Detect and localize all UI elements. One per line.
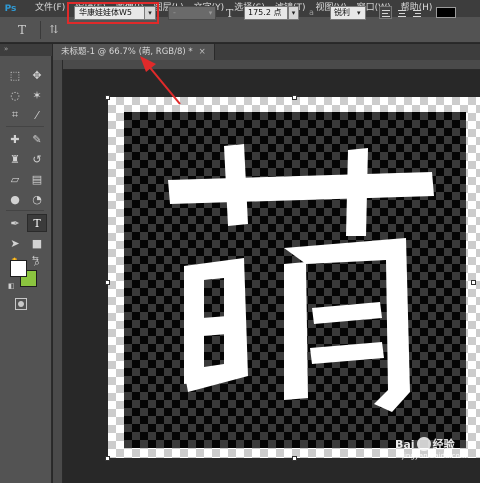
transform-handle[interactable] [292, 456, 297, 461]
gradient-tool-icon[interactable]: ▤ [27, 170, 47, 188]
watermark-suffix: 经验 [432, 438, 455, 451]
swap-colors-icon[interactable]: ⇆ [32, 254, 39, 263]
align-line [415, 13, 421, 14]
foreground-color-swatch[interactable] [10, 260, 27, 277]
close-icon[interactable]: × [199, 44, 206, 60]
options-separator [40, 20, 41, 39]
anti-alias-icon: a [309, 8, 314, 17]
document-tab-title: 未标题-1 @ 66.7% (萌, RGB/8) * [61, 47, 193, 57]
align-line [398, 16, 406, 17]
default-colors-icon[interactable]: ◧ [8, 282, 15, 290]
align-line [413, 16, 421, 17]
transform-handle[interactable] [471, 280, 476, 285]
transform-handle[interactable] [105, 456, 110, 461]
align-left-button[interactable] [379, 6, 392, 19]
baidu-watermark: Bai 经验 [395, 436, 455, 452]
crop-tool-icon[interactable]: ⌗ [5, 106, 25, 124]
text-orientation-icon[interactable]: ⇅ [47, 23, 61, 37]
align-line [382, 16, 390, 17]
watermark-url: jingyan.baidu.com [402, 452, 467, 460]
align-line [382, 13, 388, 14]
lasso-tool-icon[interactable]: ◌ [5, 86, 25, 104]
tool-separator [6, 210, 44, 211]
photoshop-logo: Ps [4, 3, 17, 14]
marquee-tool-icon[interactable]: ⬚ [5, 66, 25, 84]
type-tool-preset-icon[interactable]: T [14, 22, 30, 38]
text-layer-glyph[interactable]: 萌 [124, 112, 466, 448]
text-layer-char: 萌 [124, 112, 125, 113]
brush-tool-icon[interactable]: ✎ [27, 130, 47, 148]
history-brush-icon[interactable]: ↺ [27, 150, 47, 168]
pen-tool-icon[interactable]: ✒ [5, 214, 25, 232]
document-tab-bar: 未标题-1 @ 66.7% (萌, RGB/8) * × [53, 44, 480, 60]
tool-separator [6, 126, 44, 127]
move-tool-icon[interactable]: ✥ [27, 66, 47, 84]
text-color-swatch[interactable] [436, 7, 456, 18]
blur-tool-icon[interactable]: ● [5, 190, 25, 208]
align-line [399, 13, 405, 14]
font-size-icon: T [226, 7, 234, 20]
paw-icon [416, 437, 431, 451]
align-center-icon [398, 10, 406, 11]
font-size-field[interactable]: 175.2 点 [244, 6, 288, 20]
align-left-icon [382, 10, 390, 11]
chevron-down-icon[interactable]: ▾ [205, 6, 216, 20]
transform-handle[interactable] [105, 95, 110, 100]
eraser-tool-icon[interactable]: ▱ [5, 170, 25, 188]
watermark-brand: Bai [395, 437, 415, 451]
magic-wand-icon[interactable]: ✶ [27, 86, 47, 104]
clone-stamp-icon[interactable]: ♜ [5, 150, 25, 168]
transform-handle[interactable] [105, 280, 110, 285]
collapse-icon[interactable]: » [4, 45, 8, 53]
annotation-highlight-box [67, 2, 159, 24]
chevron-down-icon[interactable]: ▾ [288, 6, 299, 20]
menu-file[interactable]: 文件(F) [30, 0, 70, 17]
shape-tool-icon[interactable]: ■ [27, 234, 47, 252]
align-right-icon [413, 10, 421, 11]
quick-mask-icon[interactable] [15, 298, 27, 310]
dodge-tool-icon[interactable]: ◔ [27, 190, 47, 208]
vertical-ruler [53, 60, 63, 483]
tools-panel-header: » [0, 44, 52, 56]
transform-handle[interactable] [292, 95, 297, 100]
align-center-button[interactable] [395, 6, 408, 19]
chevron-down-icon[interactable]: ▾ [357, 6, 361, 20]
document-tab[interactable]: 未标题-1 @ 66.7% (萌, RGB/8) * × [53, 44, 215, 60]
eyedropper-icon[interactable]: ⁄ [27, 106, 47, 124]
healing-brush-icon[interactable]: ✚ [5, 130, 25, 148]
horizontal-ruler [53, 60, 480, 70]
type-tool-icon[interactable]: T [27, 214, 47, 232]
path-selection-icon[interactable]: ➤ [5, 234, 25, 252]
align-right-button[interactable] [410, 6, 423, 19]
